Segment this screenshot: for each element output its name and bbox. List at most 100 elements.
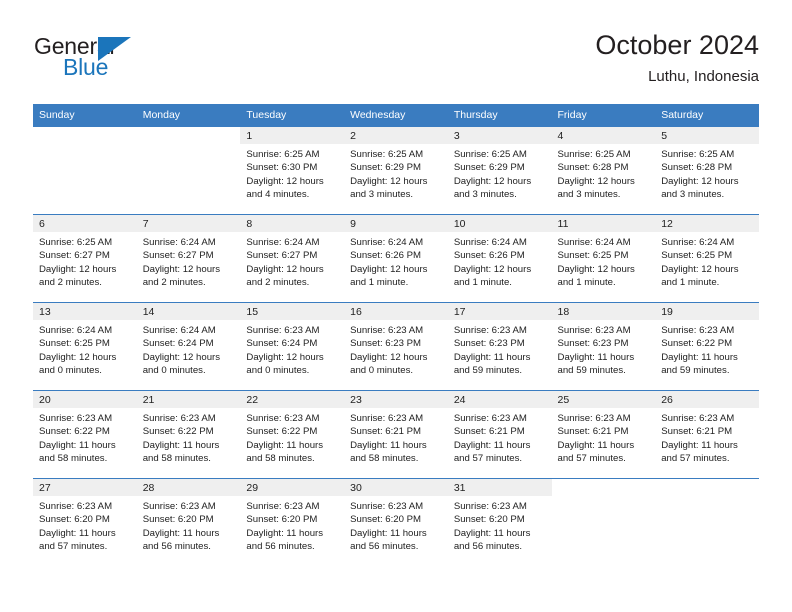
calendar-day-cell[interactable]: 15 Sunrise: 6:23 AM Sunset: 6:24 PM Dayligh… [240, 302, 345, 391]
day-number: 9 [344, 215, 448, 232]
sunset-text: Sunset: 6:21 PM [350, 426, 422, 438]
day-cell-inner [655, 479, 759, 566]
sunrise-text: Sunrise: 6:23 AM [142, 413, 216, 424]
sunset-text: Sunset: 6:21 PM [661, 426, 733, 438]
calendar-day-cell[interactable]: 18 Sunrise: 6:23 AM Sunset: 6:23 PM Dayligh… [551, 302, 656, 391]
daylight-text: Daylight: 12 hours and 2 minutes. [246, 263, 324, 288]
calendar-day-cell[interactable]: 1 Sunrise: 6:25 AM Sunset: 6:30 PM Daylight… [240, 126, 345, 215]
calendar-day-cell[interactable]: 31 Sunrise: 6:23 AM Sunset: 6:20 PM Dayligh… [447, 478, 552, 566]
calendar-day-cell[interactable]: 16 Sunrise: 6:23 AM Sunset: 6:23 PM Dayligh… [344, 302, 448, 391]
sunrise-text: Sunrise: 6:24 AM [39, 325, 113, 336]
calendar-day-cell[interactable]: 12 Sunrise: 6:24 AM Sunset: 6:25 PM Dayligh… [655, 214, 759, 303]
calendar-day-cell[interactable]: 10 Sunrise: 6:24 AM Sunset: 6:26 PM Dayligh… [447, 214, 552, 303]
day-cell-inner: 10 Sunrise: 6:24 AM Sunset: 6:26 PM Dayligh… [447, 215, 552, 302]
day-cell-inner: 9 Sunrise: 6:24 AM Sunset: 6:26 PM Daylight… [344, 215, 448, 302]
daylight-text: Daylight: 12 hours and 2 minutes. [39, 263, 117, 288]
sunset-text: Sunset: 6:20 PM [39, 514, 110, 526]
calendar-day-cell[interactable]: 24 Sunrise: 6:23 AM Sunset: 6:21 PM Dayligh… [447, 390, 552, 479]
weekday-header-thursday: Thursday [447, 104, 552, 127]
day-sun-info: Sunrise: 6:24 AM Sunset: 6:27 PM Daylight:… [137, 232, 241, 289]
sunset-text: Sunset: 6:27 PM [246, 250, 318, 262]
calendar-day-cell[interactable]: 3 Sunrise: 6:25 AM Sunset: 6:29 PM Daylight… [447, 126, 552, 215]
daylight-text: Daylight: 12 hours and 1 minute. [350, 263, 428, 288]
day-sun-info: Sunrise: 6:25 AM Sunset: 6:29 PM Daylight:… [448, 144, 552, 201]
calendar-grid: Sunday Monday Tuesday Wednesday Thursday… [33, 104, 759, 566]
day-cell-inner: 28 Sunrise: 6:23 AM Sunset: 6:20 PM Dayligh… [136, 479, 241, 566]
daylight-text: Daylight: 12 hours and 1 minute. [557, 263, 635, 288]
sunrise-text: Sunrise: 6:23 AM [453, 501, 527, 512]
calendar-day-cell[interactable]: 8 Sunrise: 6:24 AM Sunset: 6:27 PM Daylight… [240, 214, 345, 303]
sunrise-text: Sunrise: 6:24 AM [142, 237, 216, 248]
calendar-day-cell[interactable]: 11 Sunrise: 6:24 AM Sunset: 6:25 PM Dayligh… [551, 214, 656, 303]
sunset-text: Sunset: 6:22 PM [142, 426, 214, 438]
calendar-day-cell[interactable]: 5 Sunrise: 6:25 AM Sunset: 6:28 PM Daylight… [655, 126, 759, 215]
daylight-text: Daylight: 11 hours and 58 minutes. [350, 439, 427, 464]
day-number: 26 [655, 391, 759, 408]
day-sun-info: Sunrise: 6:24 AM Sunset: 6:25 PM Daylight:… [552, 232, 656, 289]
weekday-header-tuesday: Tuesday [240, 104, 345, 127]
general-blue-logo[interactable]: General Blue [34, 33, 234, 85]
day-cell-inner: 5 Sunrise: 6:25 AM Sunset: 6:28 PM Daylight… [655, 127, 759, 214]
daylight-text: Daylight: 11 hours and 57 minutes. [39, 527, 116, 552]
sunrise-text: Sunrise: 6:23 AM [350, 413, 424, 424]
sunrise-text: Sunrise: 6:23 AM [661, 325, 735, 336]
calendar-day-cell[interactable]: 20 Sunrise: 6:23 AM Sunset: 6:22 PM Dayligh… [33, 390, 137, 479]
sunset-text: Sunset: 6:27 PM [39, 250, 110, 262]
calendar-day-cell[interactable]: 14 Sunrise: 6:24 AM Sunset: 6:24 PM Dayligh… [136, 302, 241, 391]
day-cell-inner: 29 Sunrise: 6:23 AM Sunset: 6:20 PM Dayligh… [240, 479, 345, 566]
sunrise-text: Sunrise: 6:25 AM [557, 149, 631, 160]
day-sun-info: Sunrise: 6:25 AM Sunset: 6:28 PM Daylight:… [552, 144, 656, 201]
day-cell-inner: 19 Sunrise: 6:23 AM Sunset: 6:22 PM Dayligh… [655, 303, 759, 390]
day-sun-info: Sunrise: 6:24 AM Sunset: 6:24 PM Daylight:… [137, 320, 241, 377]
calendar-day-cell[interactable]: 25 Sunrise: 6:23 AM Sunset: 6:21 PM Dayligh… [551, 390, 656, 479]
weekday-header-friday: Friday [551, 104, 656, 127]
day-cell-inner: 25 Sunrise: 6:23 AM Sunset: 6:21 PM Dayligh… [551, 391, 656, 478]
sunset-text: Sunset: 6:25 PM [557, 250, 629, 262]
calendar-day-cell[interactable]: 22 Sunrise: 6:23 AM Sunset: 6:22 PM Dayligh… [240, 390, 345, 479]
calendar-day-cell[interactable]: 27 Sunrise: 6:23 AM Sunset: 6:20 PM Dayligh… [33, 478, 137, 566]
day-number: 24 [447, 391, 552, 408]
sunrise-text: Sunrise: 6:23 AM [350, 501, 424, 512]
day-sun-info: Sunrise: 6:23 AM Sunset: 6:21 PM Daylight:… [552, 408, 656, 465]
calendar-day-cell[interactable]: 9 Sunrise: 6:24 AM Sunset: 6:26 PM Daylight… [344, 214, 448, 303]
calendar-day-cell[interactable]: 29 Sunrise: 6:23 AM Sunset: 6:20 PM Dayligh… [240, 478, 345, 566]
day-sun-info: Sunrise: 6:23 AM Sunset: 6:20 PM Daylight:… [344, 496, 448, 553]
sunset-text: Sunset: 6:20 PM [246, 514, 318, 526]
day-sun-info: Sunrise: 6:23 AM Sunset: 6:24 PM Daylight:… [240, 320, 344, 377]
day-number: 16 [344, 303, 448, 320]
calendar-day-cell[interactable]: 4 Sunrise: 6:25 AM Sunset: 6:28 PM Daylight… [551, 126, 656, 215]
sunrise-text: Sunrise: 6:25 AM [661, 149, 735, 160]
calendar-day-cell[interactable]: 17 Sunrise: 6:23 AM Sunset: 6:23 PM Dayligh… [447, 302, 552, 391]
calendar-day-cell[interactable]: 6 Sunrise: 6:25 AM Sunset: 6:27 PM Daylight… [33, 214, 137, 303]
daylight-text: Daylight: 12 hours and 3 minutes. [557, 175, 635, 200]
calendar-day-cell[interactable]: 13 Sunrise: 6:24 AM Sunset: 6:25 PM Dayligh… [33, 302, 137, 391]
sunset-text: Sunset: 6:28 PM [661, 162, 733, 174]
day-number [551, 479, 656, 496]
calendar-day-cell[interactable]: 26 Sunrise: 6:23 AM Sunset: 6:21 PM Dayligh… [655, 390, 759, 479]
calendar-day-cell[interactable]: 30 Sunrise: 6:23 AM Sunset: 6:20 PM Dayligh… [344, 478, 448, 566]
calendar-day-cell[interactable]: 28 Sunrise: 6:23 AM Sunset: 6:20 PM Dayligh… [136, 478, 241, 566]
calendar-day-cell[interactable]: 2 Sunrise: 6:25 AM Sunset: 6:29 PM Daylight… [344, 126, 448, 215]
daylight-text: Daylight: 11 hours and 59 minutes. [661, 351, 738, 376]
day-cell-inner: 21 Sunrise: 6:23 AM Sunset: 6:22 PM Dayligh… [136, 391, 241, 478]
day-cell-inner: 13 Sunrise: 6:24 AM Sunset: 6:25 PM Dayligh… [33, 303, 137, 390]
sunset-text: Sunset: 6:22 PM [246, 426, 318, 438]
calendar-day-cell[interactable]: 7 Sunrise: 6:24 AM Sunset: 6:27 PM Daylight… [136, 214, 241, 303]
day-number: 8 [240, 215, 345, 232]
day-sun-info: Sunrise: 6:24 AM Sunset: 6:26 PM Daylight:… [344, 232, 448, 289]
day-sun-info: Sunrise: 6:23 AM Sunset: 6:20 PM Daylight:… [33, 496, 137, 553]
logo-text-blue: Blue [63, 54, 109, 80]
sunset-text: Sunset: 6:29 PM [453, 162, 525, 174]
calendar-day-cell[interactable]: 19 Sunrise: 6:23 AM Sunset: 6:22 PM Dayligh… [655, 302, 759, 391]
day-number: 2 [344, 127, 448, 144]
calendar-day-cell[interactable]: 21 Sunrise: 6:23 AM Sunset: 6:22 PM Dayligh… [136, 390, 241, 479]
sunrise-text: Sunrise: 6:24 AM [142, 325, 216, 336]
sunset-text: Sunset: 6:23 PM [350, 338, 422, 350]
calendar-day-cell[interactable]: 23 Sunrise: 6:23 AM Sunset: 6:21 PM Dayligh… [344, 390, 448, 479]
sunrise-text: Sunrise: 6:23 AM [453, 413, 527, 424]
daylight-text: Daylight: 11 hours and 56 minutes. [142, 527, 220, 552]
daylight-text: Daylight: 11 hours and 57 minutes. [661, 439, 738, 464]
daylight-text: Daylight: 12 hours and 4 minutes. [246, 175, 324, 200]
daylight-text: Daylight: 12 hours and 1 minute. [661, 263, 739, 288]
day-number: 20 [33, 391, 137, 408]
